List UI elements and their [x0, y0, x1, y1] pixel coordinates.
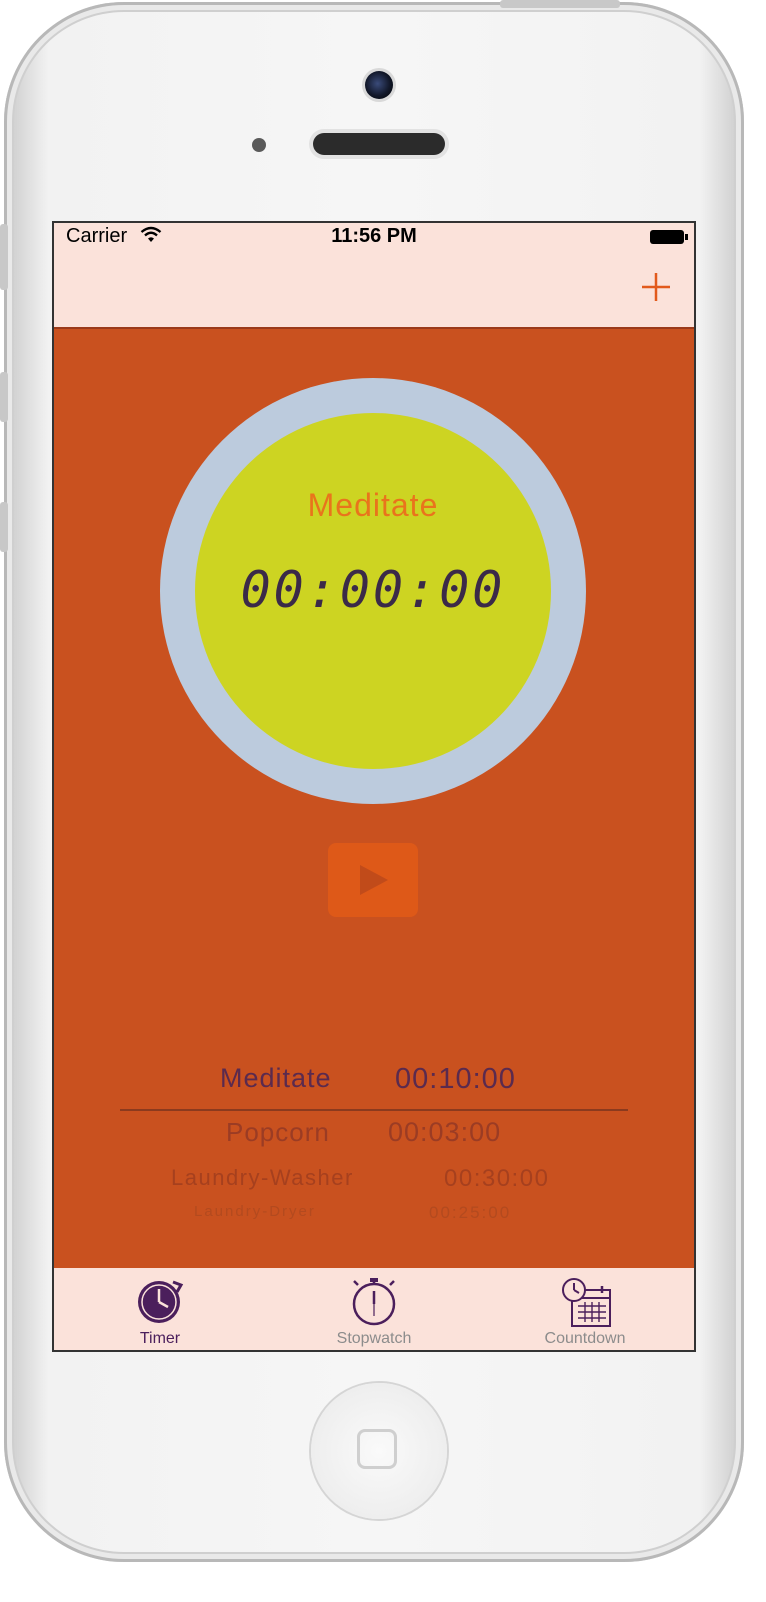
picker-item-name: Laundry-Washer [171, 1165, 354, 1190]
navigation-bar [54, 253, 694, 329]
add-timer-button[interactable] [636, 267, 676, 307]
timer-display: 00:00:00 [240, 561, 506, 619]
home-button[interactable] [311, 1383, 447, 1519]
picker-divider [120, 1109, 628, 1111]
tab-timer[interactable]: Timer [54, 1268, 268, 1350]
volume-up-button [0, 372, 8, 422]
timer-ring: Meditate 00:00:00 [160, 378, 586, 804]
timer-title: Meditate [307, 487, 439, 523]
picker-item-time: 00:25:00 [429, 1203, 512, 1222]
status-bar: Carrier 11:56 PM [54, 223, 694, 253]
stopwatch-icon [352, 1278, 396, 1326]
power-button [500, 0, 620, 8]
picker-item-time: 00:10:00 [395, 1063, 516, 1095]
picker-item-name: Popcorn [226, 1117, 330, 1147]
earpiece-speaker [313, 133, 445, 155]
picker-item-name: Meditate [220, 1063, 332, 1093]
tab-countdown[interactable]: Countdown [478, 1268, 692, 1350]
picker-row[interactable]: Laundry-Washer 00:30:00 [54, 1165, 694, 1205]
tab-stopwatch[interactable]: Stopwatch [267, 1268, 481, 1350]
clock-icon [138, 1280, 184, 1323]
battery-icon [650, 230, 688, 244]
mute-switch [0, 224, 8, 290]
proximity-sensor [252, 138, 266, 152]
picker-row[interactable]: Popcorn 00:03:00 [54, 1117, 694, 1157]
tab-label: Stopwatch [336, 1330, 412, 1347]
app-screen: Carrier 11:56 PM Meditate 00:00:00 Medit… [52, 221, 696, 1352]
calendar-clock-icon [562, 1278, 611, 1327]
picker-item-name: Laundry-Dryer [194, 1203, 316, 1220]
front-camera [365, 71, 393, 99]
play-button[interactable] [328, 843, 418, 917]
volume-down-button [0, 502, 8, 552]
plus-icon [642, 273, 670, 301]
home-square-icon [357, 1429, 397, 1469]
picker-item-time: 00:03:00 [388, 1117, 502, 1147]
picker-row-selected[interactable]: Meditate 00:10:00 [54, 1063, 694, 1103]
tab-bar: Timer Stopwatch Countdown [54, 1268, 694, 1350]
play-icon [360, 865, 388, 895]
status-time: 11:56 PM [331, 225, 417, 247]
picker-row[interactable]: Laundry-Dryer 00:25:00 [54, 1203, 694, 1243]
picker-item-time: 00:30:00 [444, 1165, 550, 1192]
tab-label: Timer [139, 1330, 181, 1347]
tab-label: Countdown [544, 1330, 626, 1347]
timer-face: Meditate 00:00:00 [195, 413, 551, 769]
